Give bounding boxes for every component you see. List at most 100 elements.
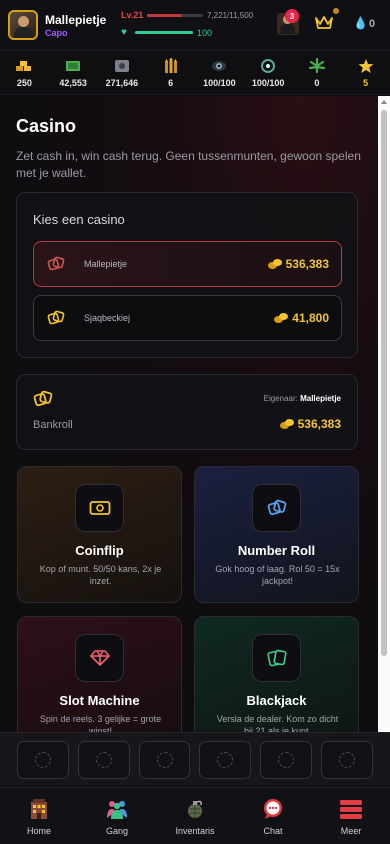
game-name: Number Roll [237,543,316,558]
safe-icon [113,58,131,74]
owner-name: Mallepietje [300,394,341,403]
crown-icon[interactable] [314,15,334,36]
casino-picker: Kies een casino Mallepietje 536,383 Sjaq… [16,192,358,358]
quick-slot[interactable] [77,740,130,779]
quick-slot[interactable] [260,740,313,779]
casino-amount-value: 536,383 [285,257,329,271]
dice-icon [46,254,66,274]
level-label: Lv.21 [121,10,144,20]
resource-safe[interactable]: 271,646 [98,51,147,94]
game-name: Slot Machine [59,693,140,708]
hp-text: 100 [197,27,213,38]
ammo-icon [162,57,180,74]
casino-amount-value: 41,800 [292,311,329,325]
empty-slot-icon [95,751,112,768]
resource-value: 271,646 [105,77,139,88]
xp-bar-fill [147,13,183,17]
cash-icon [64,58,82,74]
grenade-icon [184,798,206,820]
target-icon [259,58,277,74]
nav-label: Inventaris [175,826,215,836]
quick-slot[interactable] [17,740,69,779]
bottom-nav: Home Gang Inventaris Chat Meer [0,787,390,844]
resource-cash[interactable]: 42,553 [49,51,98,94]
casino-amount: 536,383 [267,257,329,271]
nav-item-inventaris[interactable]: Inventaris [156,788,234,844]
quick-slot[interactable] [321,740,373,779]
notification-badge: 3 [285,9,299,23]
nav-item-home[interactable]: Home [0,788,78,844]
resource-value: 0 [314,77,320,88]
gold-coin-icon [267,259,282,269]
resource-eye[interactable]: 100/100 [195,51,244,94]
casino-amount: 41,800 [274,311,329,325]
user-info: Mallepietje Capo [45,13,106,38]
gold-coin-icon [279,419,294,429]
banknote-icon [75,484,124,532]
scroll-up-arrow-icon[interactable] [381,100,387,104]
star-icon [357,58,375,74]
gem-icon [75,634,124,682]
bankroll-label: Bankroll [33,419,73,431]
resource-gold[interactable]: 250 [0,51,49,94]
page-title: Casino [16,116,77,136]
casino-option-selected[interactable]: Mallepietje 536,383 [33,241,342,287]
dice-icon [46,308,66,328]
game-card-slot-machine[interactable]: Slot Machine Spin de reels. 3 gelijke = … [17,616,182,732]
resource-value: 100/100 [251,77,285,88]
game-card-blackjack[interactable]: Blackjack Versla de dealer. Kom zo dicht… [194,616,359,732]
username: Mallepietje [45,12,107,27]
quick-slot[interactable] [138,740,191,779]
game-card-number-roll[interactable]: Number Roll Gok hoog of laag. Rol 50 = 1… [194,466,359,603]
casino-option[interactable]: Sjaqbeckiej 41,800 [33,295,342,341]
empty-slot-icon [156,751,173,768]
stat-bars: Lv.21 7,221/11,500 ♥ 100 [121,10,261,38]
gold-coin-icon [274,313,289,323]
scrollbar[interactable] [378,96,390,732]
nav-item-chat[interactable]: Chat [234,788,312,844]
empty-slot-icon [278,751,295,768]
quick-slot[interactable] [199,740,252,779]
nav-label: Meer [340,826,362,836]
nav-label: Chat [263,826,283,836]
resource-target[interactable]: 100/100 [244,51,293,94]
building-icon [28,798,50,820]
nav-item-gang[interactable]: Gang [78,788,156,844]
page-subtitle: Zet cash in, win cash terug. Geen tussen… [16,149,361,180]
resource-value: 100/100 [203,77,236,88]
game-name: Blackjack [246,693,307,708]
dice-icon [252,484,301,532]
game-card-coinflip[interactable]: Coinflip Kop of munt. 50/50 kans, 2x je … [17,466,182,603]
resource-value: 42,553 [59,77,87,88]
bankroll-amount: 536,383 [279,417,341,431]
nav-item-meer[interactable]: Meer [312,788,390,844]
avatar[interactable] [8,10,38,40]
empty-slot-icon [339,751,356,768]
xp-text: 7,221/11,500 [207,10,254,20]
casino-name: Mallepietje [84,259,128,269]
resource-cannabis[interactable]: 0 [293,51,342,94]
resource-ammo[interactable]: 6 [146,51,195,94]
resource-value: 6 [168,77,174,88]
cards-icon [252,634,301,682]
hp-bar-fill [135,31,193,34]
casino-name: Sjaqbeckiej [84,313,131,323]
chat-icon [262,798,284,820]
bankroll-owner: Eigenaar: Mallepietje [264,394,341,403]
crown-indicator [333,8,339,14]
game-description: Gok hoog of laag. Rol 50 = 15x jackpot! [215,564,340,586]
resource-star[interactable]: 5 [341,51,390,94]
resource-bar: 250 42,553 271,646 6 100/100 100/100 0 5 [0,50,390,95]
owner-label: Eigenaar: [263,394,298,403]
casino-picker-title: Kies een casino [33,212,125,227]
diamond-drop-icon: 💧 [353,16,368,30]
resource-value: 250 [16,77,32,88]
cannabis-icon [308,57,326,74]
gold-bars-icon [15,58,33,74]
game-description: Versla de dealer. Kom zo dicht bij 21 al… [216,714,339,732]
resource-value: 5 [363,77,369,88]
casino-page[interactable]: Casino Zet cash in, win cash terug. Geen… [0,96,378,732]
diamond-count: 0 [369,18,376,30]
people-icon [106,798,128,820]
scrollbar-thumb[interactable] [381,110,387,656]
